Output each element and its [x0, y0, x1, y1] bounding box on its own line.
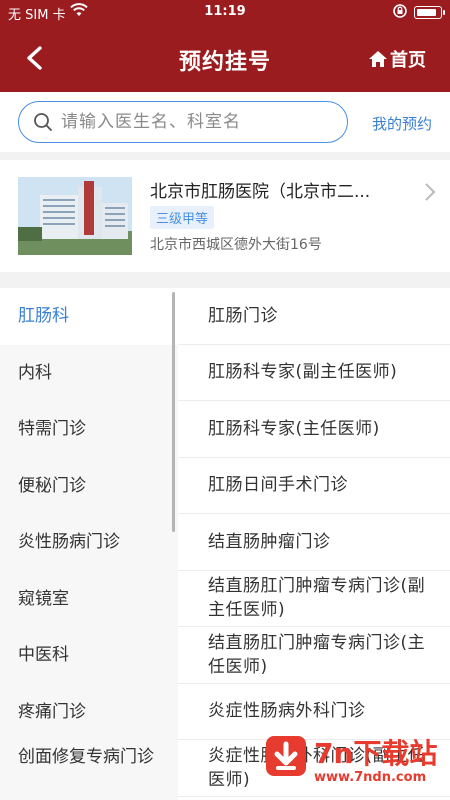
hospital-photo — [18, 177, 132, 255]
divider — [0, 272, 450, 288]
clinic-item[interactable]: 肛肠科专家(主任医师) — [178, 401, 450, 458]
clinic-item[interactable]: 肛肠日间手术门诊 — [178, 458, 450, 514]
department-item[interactable]: 肛肠科 — [0, 288, 178, 345]
clinic-item[interactable]: 结直肠肛门肿瘤专病门诊(副主任医师) — [178, 571, 450, 627]
department-item[interactable]: 特需门诊 — [0, 401, 178, 458]
battery-icon — [414, 6, 445, 19]
department-item[interactable]: 便秘门诊 — [0, 458, 178, 515]
watermark-url: www.7ndn.com — [314, 770, 427, 785]
search-input[interactable] — [61, 112, 321, 132]
hospital-card[interactable]: 北京市肛肠医院（北京市二... 三级甲等 北京市西城区德外大街16号 — [0, 160, 450, 272]
back-button[interactable] — [20, 42, 50, 74]
my-appointment-link[interactable]: 我的预约 — [372, 113, 432, 134]
nav-bar: 预约挂号 首页 — [0, 24, 450, 92]
status-bar: 无 SIM 卡 11:19 — [0, 0, 450, 24]
hospital-name: 北京市肛肠医院（北京市二... — [150, 182, 371, 202]
search-area: 我的预约 — [0, 92, 450, 152]
department-item[interactable]: 中医科 — [0, 627, 178, 684]
home-label: 首页 — [390, 50, 426, 71]
battery-fill — [417, 9, 436, 16]
download-icon — [266, 736, 306, 776]
department-item[interactable]: 内科 — [0, 345, 178, 402]
clock-time: 11:19 — [204, 4, 246, 19]
search-box[interactable] — [18, 101, 348, 143]
clinic-item[interactable]: 结直肠肿瘤门诊 — [178, 514, 450, 571]
scrollbar[interactable] — [172, 292, 175, 532]
department-item[interactable]: 疼痛门诊 — [0, 684, 178, 741]
watermark-logo: 7n下载站 www.7ndn.com — [262, 730, 450, 800]
department-list: 肛肠科 内科 特需门诊 便秘门诊 炎性肠病门诊 窥镜室 中医科 疼痛门诊 创面修复专病门诊 — [0, 288, 178, 800]
chevron-right-icon — [425, 183, 436, 201]
home-icon — [369, 51, 387, 67]
home-button[interactable]: 首页 — [368, 46, 426, 72]
department-item[interactable]: 炎性肠病门诊 — [0, 514, 178, 571]
clinic-item[interactable]: 结直肠肛门肿瘤专病门诊(主任医师) — [178, 627, 450, 684]
hospital-address: 北京市西城区德外大街16号 — [150, 237, 322, 253]
department-item[interactable]: 窥镜室 — [0, 571, 178, 628]
chevron-left-icon — [27, 46, 42, 70]
hospital-level-badge: 三级甲等 — [150, 206, 215, 229]
watermark-brand: 7n下载站 — [314, 737, 438, 770]
clinic-item[interactable]: 肛肠科专家(副主任医师) — [178, 345, 450, 401]
rotation-lock-icon — [392, 3, 408, 23]
search-icon — [34, 113, 52, 131]
clinic-item[interactable]: 肛肠门诊 — [178, 288, 450, 345]
divider — [0, 152, 450, 160]
department-item[interactable]: 创面修复专病门诊 — [0, 740, 178, 800]
clinic-list: 肛肠门诊 肛肠科专家(副主任医师) 肛肠科专家(主任医师) 肛肠日间手术门诊 结直肠肿瘤… — [178, 288, 450, 800]
